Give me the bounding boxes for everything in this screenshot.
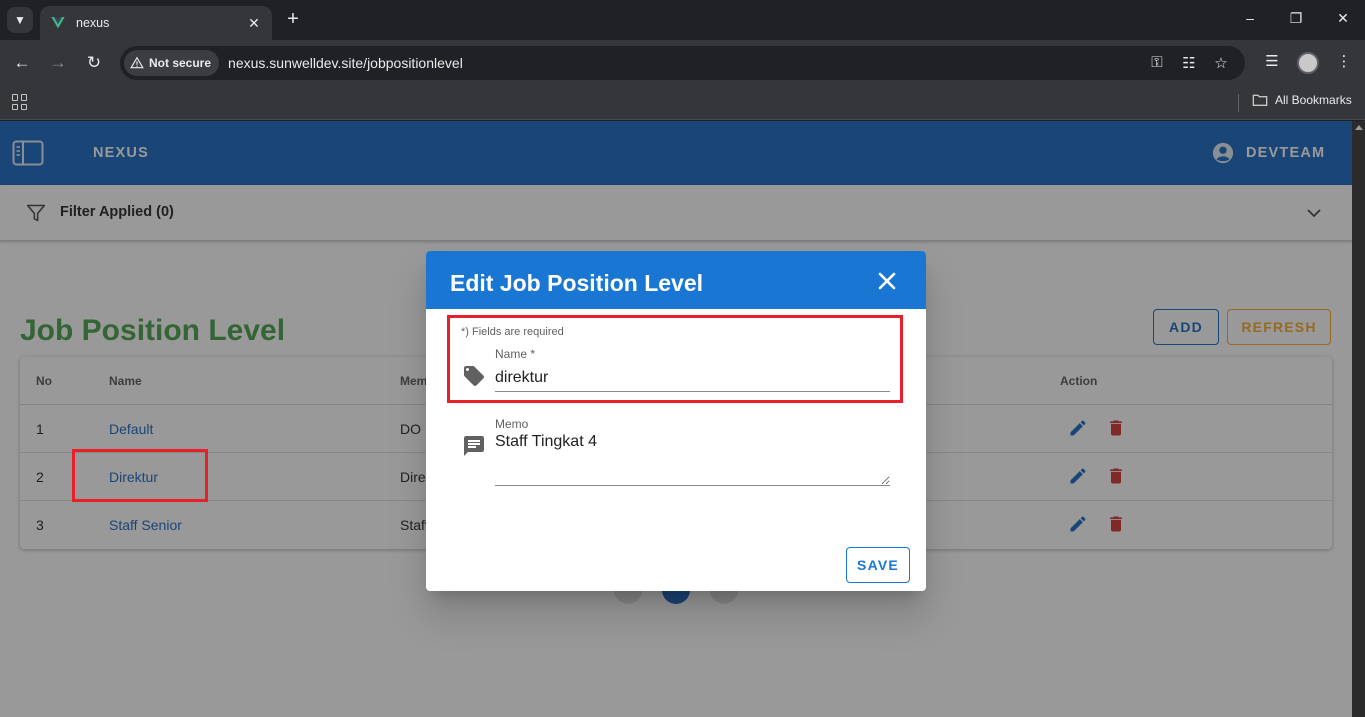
bookmarks-bar: All Bookmarks (0, 86, 1365, 120)
minimize-icon[interactable]: – (1240, 10, 1260, 26)
dialog-header: Edit Job Position Level (426, 251, 926, 309)
window-close-icon[interactable]: ✕ (1333, 10, 1353, 27)
translate-icon[interactable]: ☷ (1179, 54, 1199, 72)
all-bookmarks-label: All Bookmarks (1275, 93, 1352, 107)
warning-triangle-icon (130, 56, 144, 69)
reload-icon[interactable]: ↻ (83, 52, 105, 74)
name-field-label: Name * (495, 347, 536, 361)
comment-text-icon (464, 436, 484, 456)
folder-icon (1252, 94, 1268, 106)
bookmarks-separator (1238, 94, 1239, 112)
more-menu-icon[interactable]: ⋮ (1333, 52, 1355, 70)
all-bookmarks-button[interactable]: All Bookmarks (1252, 93, 1352, 107)
tab-search-chevron-icon[interactable]: ▼ (7, 7, 33, 33)
memo-textarea[interactable]: Staff Tingkat 4 (495, 433, 890, 486)
security-chip-label: Not secure (149, 56, 212, 70)
browser-toolbar: ← → ↻ Not secure nexus.sunwelldev.site/j… (0, 40, 1365, 86)
edit-job-position-level-dialog: Edit Job Position Level *) Fields are re… (426, 251, 926, 591)
profile-avatar[interactable] (1297, 52, 1319, 74)
back-arrow-icon[interactable]: ← (11, 52, 33, 74)
media-queue-icon[interactable]: ☰ (1261, 52, 1283, 70)
url-text[interactable]: nexus.sunwelldev.site/jobpositionlevel (228, 55, 463, 71)
name-input[interactable] (495, 365, 890, 392)
vue-logo-icon (51, 17, 65, 29)
browser-tab-nexus[interactable]: nexus ✕ (40, 6, 272, 40)
page-scrollbar[interactable] (1352, 121, 1365, 717)
forward-arrow-icon[interactable]: → (47, 52, 69, 74)
memo-field-label: Memo (495, 417, 529, 431)
address-bar[interactable]: Not secure nexus.sunwelldev.site/jobposi… (120, 46, 1245, 80)
tag-icon (464, 366, 484, 386)
browser-tabstrip: ▼ nexus ✕ + – ❐ ✕ (0, 0, 1365, 40)
key-icon[interactable]: ⚿ (1147, 54, 1167, 71)
bookmark-star-icon[interactable]: ☆ (1211, 54, 1231, 72)
tab-title: nexus (76, 16, 110, 30)
dialog-title: Edit Job Position Level (450, 270, 704, 296)
tab-close-icon[interactable]: ✕ (244, 15, 264, 32)
close-icon[interactable] (878, 272, 896, 290)
new-tab-icon[interactable]: + (282, 8, 304, 30)
save-button[interactable]: SAVE (846, 547, 910, 583)
not-secure-chip[interactable]: Not secure (124, 50, 220, 76)
required-fields-note: *) Fields are required (461, 326, 564, 338)
web-page: NEXUS DEVTEAM Filter Applied (0) Job Pos… (0, 121, 1352, 717)
apps-grid-icon[interactable] (12, 94, 28, 110)
restore-icon[interactable]: ❐ (1286, 10, 1306, 27)
